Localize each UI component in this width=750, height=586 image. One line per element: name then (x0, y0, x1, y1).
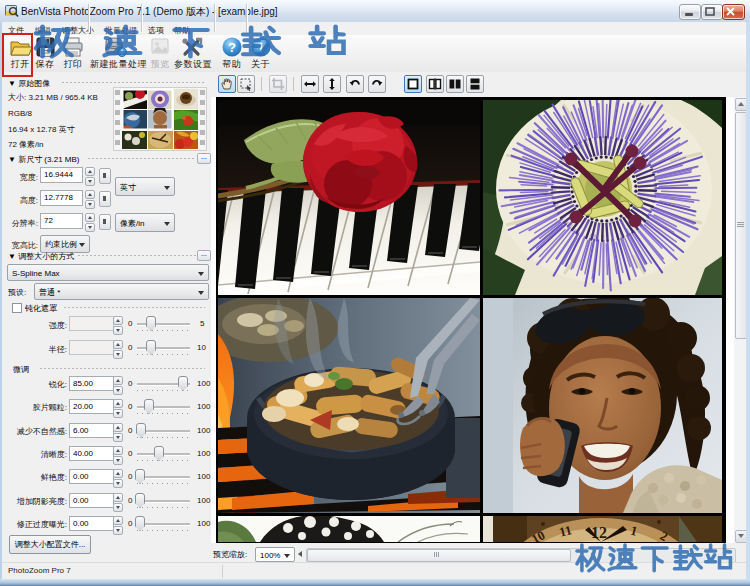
svg-text:12: 12 (591, 524, 607, 541)
